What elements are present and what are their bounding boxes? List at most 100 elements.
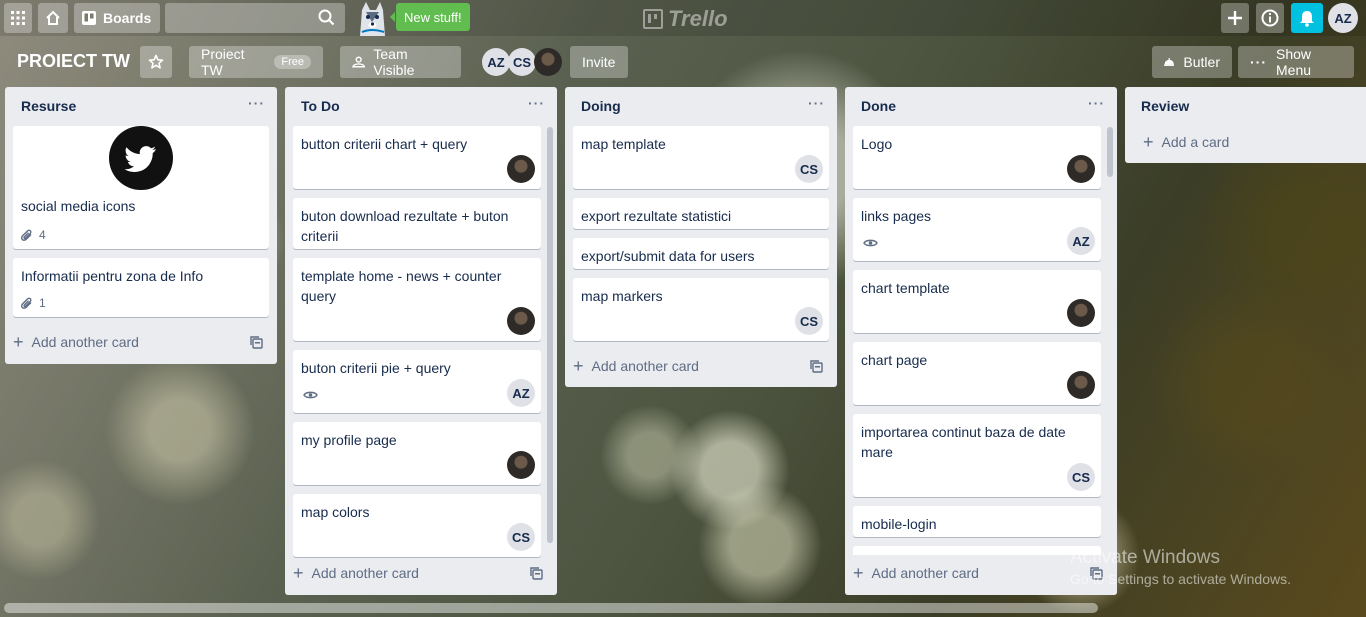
card[interactable]: importarea continut baza de date mare CS — [853, 414, 1101, 497]
list-scrollbar[interactable] — [1107, 127, 1113, 177]
list-todo: To Do ··· button criterii chart + query … — [285, 87, 557, 595]
visibility-button[interactable]: Team Visible — [340, 46, 461, 78]
member-avatar[interactable]: AZ — [1067, 227, 1095, 255]
member-avatar-photo[interactable] — [507, 155, 535, 183]
list-done: Done ··· Logo links pages AZ chart templ… — [845, 87, 1117, 595]
user-initials: AZ — [1334, 10, 1352, 26]
plus-icon: + — [573, 356, 584, 376]
list-menu-button[interactable]: ··· — [1088, 95, 1105, 111]
free-badge: Free — [274, 55, 311, 69]
create-button[interactable] — [1221, 3, 1249, 33]
member-avatar[interactable]: CS — [795, 155, 823, 183]
show-menu-button[interactable]: ··· Show Menu — [1238, 46, 1354, 78]
information-button[interactable] — [1256, 3, 1284, 33]
more-icon: ··· — [1250, 54, 1267, 70]
list-title[interactable]: To Do — [301, 98, 340, 114]
add-card-button[interactable]: + Add another card — [293, 564, 419, 582]
card-template-icon[interactable] — [250, 336, 263, 349]
card[interactable]: map template CS — [573, 126, 829, 189]
paperclip-icon — [21, 229, 32, 241]
grid-icon — [11, 11, 25, 25]
card[interactable]: chart template — [853, 270, 1101, 333]
member-avatar-photo[interactable] — [534, 48, 562, 76]
notifications-button[interactable] — [1291, 3, 1323, 33]
attachment-count: 1 — [39, 296, 46, 310]
board-horizontal-scrollbar[interactable] — [4, 603, 1098, 613]
member-avatar-photo[interactable] — [507, 307, 535, 335]
list-scrollbar[interactable] — [547, 127, 553, 543]
add-card-button[interactable]: + Add another card — [573, 356, 699, 376]
card-template-icon[interactable] — [810, 360, 823, 373]
card-title: Logo — [861, 136, 893, 152]
add-card-button[interactable]: + Add another card — [853, 564, 979, 582]
eye-icon — [303, 391, 318, 399]
apps-grid-button[interactable] — [4, 3, 32, 33]
card[interactable]: button criterii chart + query — [293, 126, 541, 189]
member-avatar-photo[interactable] — [1067, 299, 1095, 327]
team-button[interactable]: Proiect TW Free — [189, 46, 323, 78]
board-title[interactable]: PROIECT TW — [17, 51, 130, 72]
card[interactable]: mobile-login — [853, 506, 1101, 537]
card-title: chart page — [861, 352, 928, 368]
card-title: importarea continut baza de date mare — [861, 424, 1066, 460]
star-board-button[interactable] — [140, 46, 172, 78]
search-input[interactable] — [165, 3, 345, 33]
card[interactable]: template home - news + counter query — [293, 258, 541, 341]
list-title[interactable]: Review — [1141, 98, 1189, 114]
card-title: my profile page — [301, 432, 397, 448]
member-avatar-photo[interactable] — [1067, 371, 1095, 399]
member-avatar[interactable]: AZ — [482, 48, 510, 76]
board-icon — [82, 11, 96, 25]
member-avatar[interactable]: CS — [795, 307, 823, 335]
plus-icon: + — [1143, 132, 1154, 152]
invite-button[interactable]: Invite — [570, 46, 628, 78]
member-avatar[interactable]: AZ — [507, 379, 535, 407]
attachment-badge: 4 — [21, 228, 46, 242]
new-stuff-button[interactable]: New stuff! — [390, 3, 470, 31]
home-icon — [46, 10, 60, 25]
card[interactable]: export/submit data for users — [573, 238, 829, 269]
list-resurse: Resurse ··· social media icons 4 Informa… — [5, 87, 277, 364]
card[interactable]: export rezultate statistici — [573, 198, 829, 229]
card[interactable]: links pages AZ — [853, 198, 1101, 261]
user-avatar[interactable]: AZ — [1328, 3, 1358, 33]
member-avatar[interactable]: CS — [1067, 463, 1095, 491]
new-stuff-label: New stuff! — [404, 9, 462, 25]
card-template-icon[interactable] — [530, 567, 543, 580]
list-title[interactable]: Doing — [581, 98, 621, 114]
card-title: map colors — [301, 504, 370, 520]
list-menu-button[interactable]: ··· — [248, 95, 265, 111]
list-menu-button[interactable]: ··· — [808, 95, 825, 111]
list-title[interactable]: Resurse — [21, 98, 76, 114]
activate-windows-title: Activate Windows — [1070, 547, 1220, 568]
member-initials: CS — [511, 529, 531, 545]
add-card-button[interactable]: + Add a card — [1143, 132, 1229, 152]
member-avatar[interactable]: CS — [507, 523, 535, 551]
butler-label: Butler — [1183, 54, 1220, 70]
card-title: button criterii chart + query — [301, 136, 468, 152]
team-label: Proiect TW — [201, 46, 245, 78]
member-avatar-photo[interactable] — [1067, 155, 1095, 183]
member-avatar[interactable]: CS — [508, 48, 536, 76]
card[interactable]: Logo — [853, 126, 1101, 189]
card[interactable]: chart page — [853, 342, 1101, 405]
card[interactable]: map colors CS — [293, 494, 541, 557]
taco-mascot-icon[interactable] — [352, 0, 392, 36]
card[interactable]: buton criterii pie + query AZ — [293, 350, 541, 413]
list-menu-button[interactable]: ··· — [528, 95, 545, 111]
card[interactable]: map markers CS — [573, 278, 829, 341]
search-icon — [318, 9, 335, 26]
butler-icon — [1164, 58, 1175, 66]
boards-button[interactable]: Boards — [74, 3, 160, 33]
butler-button[interactable]: Butler — [1152, 46, 1232, 78]
list-title[interactable]: Done — [861, 98, 896, 114]
card[interactable]: my profile page — [293, 422, 541, 485]
card[interactable]: social media icons 4 — [13, 126, 269, 249]
home-button[interactable] — [38, 3, 68, 33]
card[interactable]: buton download rezultate + buton criteri… — [293, 198, 541, 249]
card[interactable]: Informatii pentru zona de Info 1 — [13, 258, 269, 317]
member-avatar-photo[interactable] — [507, 451, 535, 479]
card-title: map markers — [581, 288, 663, 304]
add-card-button[interactable]: + Add another card — [13, 333, 139, 351]
trello-logo[interactable]: Trello — [643, 6, 728, 32]
